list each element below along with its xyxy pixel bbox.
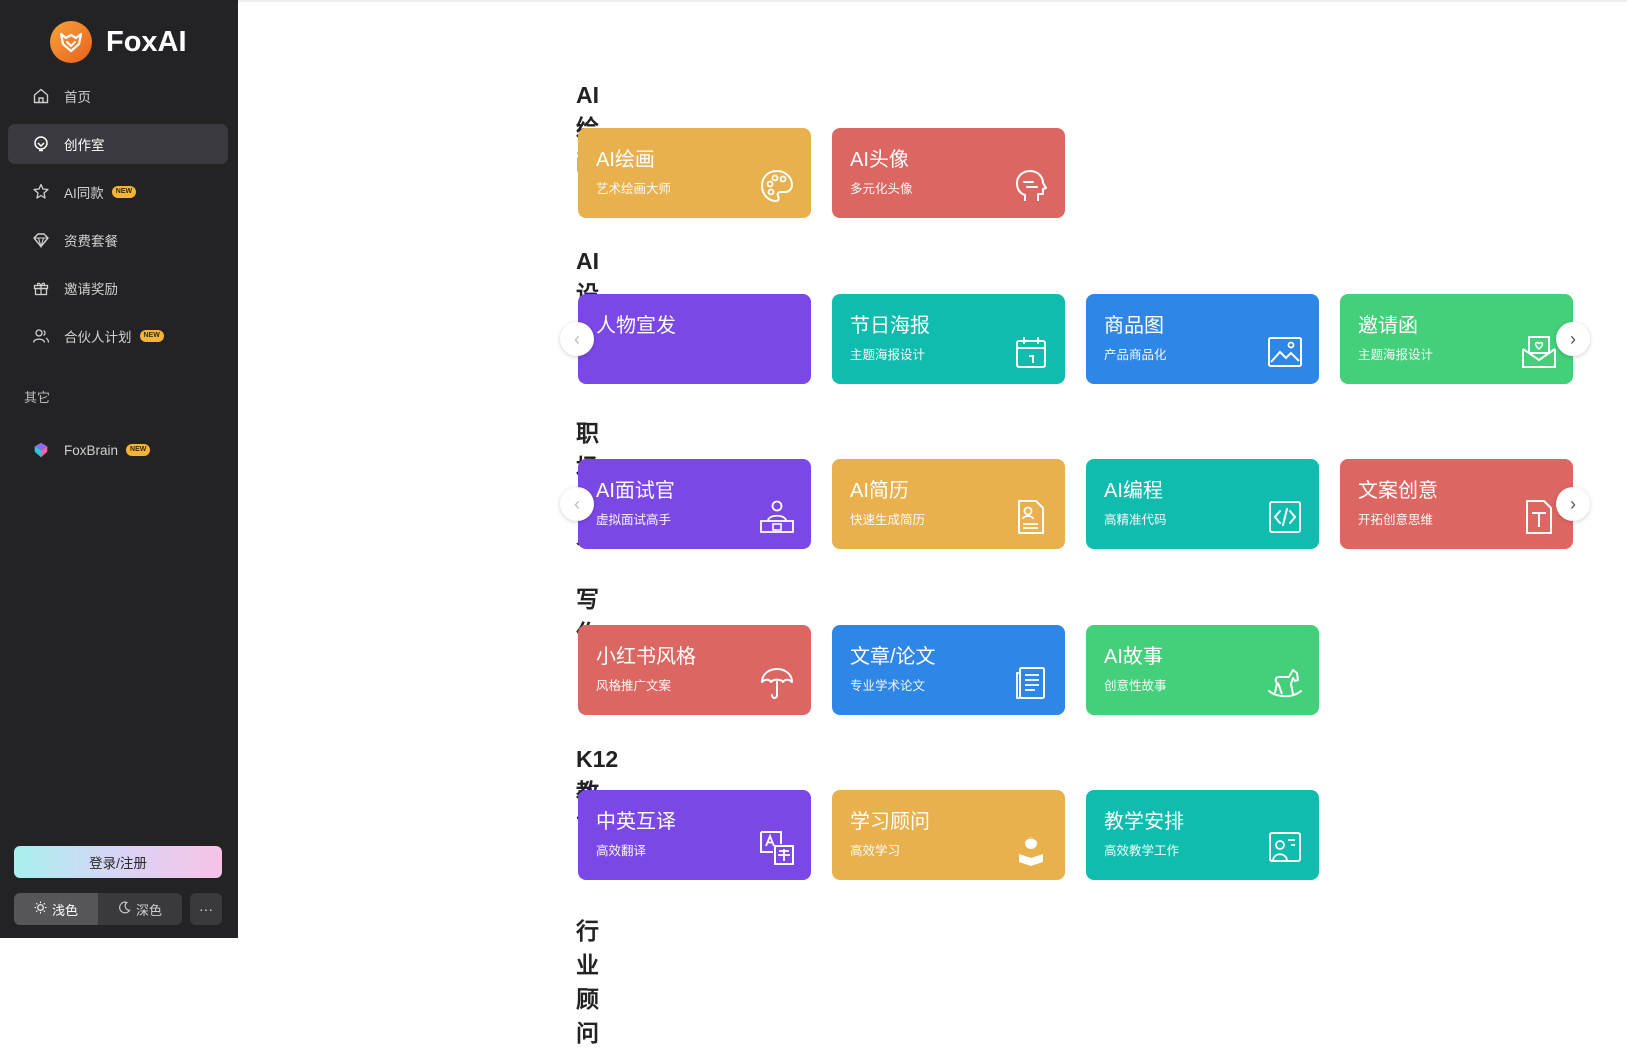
card-invitation[interactable]: 邀请函 主题海报设计 xyxy=(1340,294,1573,384)
app-name: FoxAI xyxy=(106,25,187,58)
card-character-promo[interactable]: 人物宣发 xyxy=(578,294,811,384)
card-xiaohongshu[interactable]: 小红书风格 风格推广文案 xyxy=(578,625,811,715)
calendar-icon xyxy=(1016,337,1046,368)
code-icon xyxy=(1269,501,1301,533)
sidebar-item-label: 合伙人计划 xyxy=(64,330,132,345)
new-badge: NEW xyxy=(111,186,137,198)
sidebar-item-invite[interactable]: 邀请奖励 xyxy=(8,268,228,308)
partners-icon xyxy=(32,327,50,345)
moon-icon xyxy=(118,901,131,917)
teacher-icon xyxy=(1269,832,1301,862)
other-nav: FoxBrain NEW xyxy=(8,430,228,478)
card-teaching-plan[interactable]: 教学安排 高效教学工作 xyxy=(1086,790,1319,880)
sidebar-item-partner[interactable]: 合伙人计划 NEW xyxy=(8,316,228,356)
sidebar: FoxAI 首页 创作室 AI同款 NEW 资费套餐 邀请奖励 合伙人计划 NE… xyxy=(0,0,238,938)
carousel-next-button[interactable]: › xyxy=(1556,487,1590,521)
student-icon xyxy=(1019,837,1043,866)
card-study-advisor[interactable]: 学习顾问 高效学习 xyxy=(832,790,1065,880)
new-badge: NEW xyxy=(139,330,164,342)
carousel-next-button[interactable]: › xyxy=(1556,322,1590,356)
section-title: 行业顾问 xyxy=(576,918,599,1046)
translate-icon xyxy=(760,831,794,865)
theme-light-label: 浅色 xyxy=(51,902,78,918)
paper-icon xyxy=(1016,667,1045,699)
text-doc-icon xyxy=(1526,500,1552,534)
umbrella-icon xyxy=(761,668,793,699)
interview-icon xyxy=(760,500,794,533)
home-icon xyxy=(32,87,50,105)
diamond-icon xyxy=(32,231,50,249)
card-article-paper[interactable]: 文章/论文 专业学术论文 xyxy=(832,625,1065,715)
carousel-prev-button[interactable]: ‹ xyxy=(560,487,594,521)
new-badge: NEW xyxy=(126,444,151,456)
app-logo[interactable]: FoxAI xyxy=(50,20,187,64)
chevron-left-icon: ‹ xyxy=(574,328,580,349)
card-ai-avatar[interactable]: AI头像 多元化头像 xyxy=(832,128,1065,218)
card-ai-story[interactable]: AI故事 创意性故事 xyxy=(1086,625,1319,715)
sidebar-item-label: AI同款 xyxy=(64,186,104,201)
theme-switch: 浅色 深色 xyxy=(14,893,182,925)
sun-icon xyxy=(34,901,47,917)
rocking-horse-icon xyxy=(1268,669,1302,698)
card-product-image[interactable]: 商品图 产品商品化 xyxy=(1086,294,1319,384)
image-icon xyxy=(1268,337,1302,367)
sidebar-item-home[interactable]: 首页 xyxy=(8,76,228,116)
chevron-right-icon: › xyxy=(1570,328,1576,349)
sidebar-item-label: 资费套餐 xyxy=(64,234,118,249)
theme-dark-option[interactable]: 深色 xyxy=(98,893,182,925)
sidebar-item-ai-same[interactable]: AI同款 NEW xyxy=(8,172,228,212)
envelope-icon xyxy=(1522,336,1556,368)
card-translation[interactable]: 中英互译 高效翻译 xyxy=(578,790,811,880)
face-icon xyxy=(1016,170,1047,201)
gift-icon xyxy=(32,279,50,297)
sidebar-item-label: 邀请奖励 xyxy=(64,282,118,297)
card-festival-poster[interactable]: 节日海报 主题海报设计 xyxy=(832,294,1065,384)
sidebar-item-creation[interactable]: 创作室 xyxy=(8,124,228,164)
card-ai-interviewer[interactable]: AI面试官 虚拟面试高手 xyxy=(578,459,811,549)
palette-icon xyxy=(760,169,794,203)
card-title: 人物宣发 xyxy=(596,315,676,337)
card-ai-painting[interactable]: AI绘画 艺术绘画大师 xyxy=(578,128,811,218)
sidebar-item-label: FoxBrain xyxy=(64,442,119,458)
login-register-button[interactable]: 登录/注册 xyxy=(14,846,222,878)
resume-icon xyxy=(1018,500,1044,534)
card-copywriting[interactable]: 文案创意 开拓创意思维 xyxy=(1340,459,1573,549)
theme-light-option[interactable]: 浅色 xyxy=(14,893,98,925)
brain-icon xyxy=(32,441,50,459)
magic-icon xyxy=(32,183,50,201)
card-ai-resume[interactable]: AI简历 快速生成简历 xyxy=(832,459,1065,549)
sidebar-item-label: 创作室 xyxy=(64,138,105,153)
carousel-prev-button[interactable]: ‹ xyxy=(560,322,594,356)
card-ai-coding[interactable]: AI编程 高精准代码 xyxy=(1086,459,1319,549)
chevron-right-icon: › xyxy=(1570,493,1576,514)
chevron-left-icon: ‹ xyxy=(574,493,580,514)
other-section-label: 其它 xyxy=(24,390,51,405)
sidebar-item-foxbrain[interactable]: FoxBrain NEW xyxy=(8,430,228,470)
sidebar-item-pricing[interactable]: 资费套餐 xyxy=(8,220,228,260)
sidebar-item-label: 首页 xyxy=(64,90,91,105)
creation-icon xyxy=(32,135,50,153)
fox-logo-icon xyxy=(50,21,92,63)
main-nav: 首页 创作室 AI同款 NEW 资费套餐 邀请奖励 合伙人计划 NEW xyxy=(8,76,228,364)
top-divider xyxy=(238,0,1627,2)
theme-dark-label: 深色 xyxy=(135,902,162,918)
more-button[interactable]: ··· xyxy=(190,893,222,925)
